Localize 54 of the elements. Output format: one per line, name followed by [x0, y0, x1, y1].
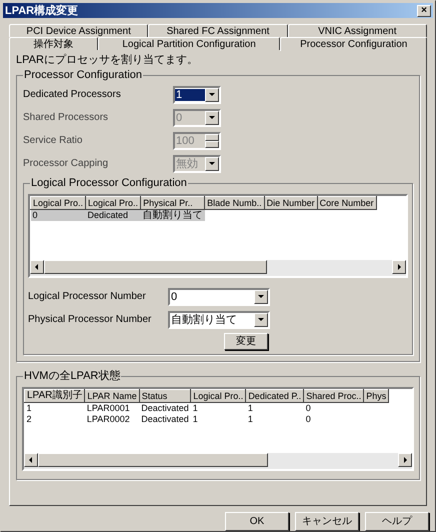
table-row[interactable]: 2 LPAR0002 Deactivated 1 1 0: [24, 414, 389, 425]
table-row[interactable]: 1 LPAR0001 Deactivated 1 1 0: [24, 402, 389, 414]
column-header[interactable]: LPAR識別子: [24, 390, 85, 402]
change-button[interactable]: 変更: [224, 333, 268, 350]
tab[interactable]: VNIC Assignment: [288, 24, 427, 37]
field-label: Processor Capping: [23, 158, 110, 170]
table-cell: 1: [246, 402, 304, 414]
table-cell: Deactivated: [139, 414, 191, 425]
group-title: HVMの全LPAR状態: [23, 369, 122, 383]
table-cell: 1: [190, 402, 246, 414]
horizontal-scrollbar[interactable]: [24, 453, 412, 469]
dialog-button[interactable]: ヘルプ: [365, 512, 429, 531]
column-header[interactable]: Phys: [364, 390, 389, 402]
table-cell: Dedicated: [86, 210, 141, 221]
field-label: Logical Processor Number: [28, 291, 147, 303]
column-header[interactable]: Logical Pro..: [86, 196, 141, 210]
column-header[interactable]: Logical Pro..: [30, 196, 86, 210]
table-row[interactable]: 0 Dedicated 自動割り当て: [30, 210, 376, 221]
dropdown-field[interactable]: 自動割り当て: [168, 311, 270, 329]
field-label: Physical Processor Number: [28, 314, 152, 326]
field-label: Shared Processors: [23, 112, 110, 124]
column-header[interactable]: Shared Proc..: [304, 390, 364, 402]
column-header[interactable]: Die Number: [264, 196, 318, 210]
dropdown-field[interactable]: 1: [173, 86, 221, 104]
tab[interactable]: PCI Device Assignment: [9, 24, 148, 37]
description-text: LPARにプロセッサを割り当てます。: [16, 53, 199, 67]
column-header[interactable]: Blade Numb..: [204, 196, 264, 210]
column-header[interactable]: LPAR Name: [84, 390, 140, 402]
group-title: Processor Configuration: [23, 68, 144, 82]
table-cell: 自動割り当て: [140, 210, 205, 221]
column-header[interactable]: Dedicated P..: [246, 390, 304, 402]
field-label: Dedicated Processors: [23, 89, 122, 101]
column-header[interactable]: Logical Pro..: [190, 390, 246, 402]
scroll-thumb[interactable]: [38, 453, 268, 467]
table-cell: 0: [304, 402, 364, 414]
scroll-thumb[interactable]: [44, 260, 267, 274]
tab[interactable]: 操作対象: [9, 37, 98, 50]
dropdown-field[interactable]: 0: [168, 288, 270, 306]
dialog-button[interactable]: キャンセル: [295, 512, 359, 531]
window-title: LPAR構成変更: [5, 4, 80, 16]
tab[interactable]: Logical Partition Configuration: [98, 37, 280, 50]
horizontal-scrollbar[interactable]: [30, 260, 406, 276]
dialog-button[interactable]: OK: [225, 512, 289, 531]
group-title: Logical Processor Configuration: [30, 176, 188, 190]
column-header[interactable]: Status: [139, 390, 191, 402]
close-button[interactable]: ×: [417, 4, 431, 16]
table-cell: Deactivated: [139, 402, 191, 414]
table-cell: 0: [30, 210, 86, 221]
column-header[interactable]: Physical Pr..: [140, 196, 205, 210]
field-label: Service Ratio: [23, 135, 84, 147]
tab[interactable]: Processor Configuration: [280, 37, 427, 51]
tab[interactable]: Shared FC Assignment: [148, 24, 288, 37]
column-header[interactable]: Core Number: [317, 196, 376, 210]
table-cell: 1: [24, 402, 85, 414]
